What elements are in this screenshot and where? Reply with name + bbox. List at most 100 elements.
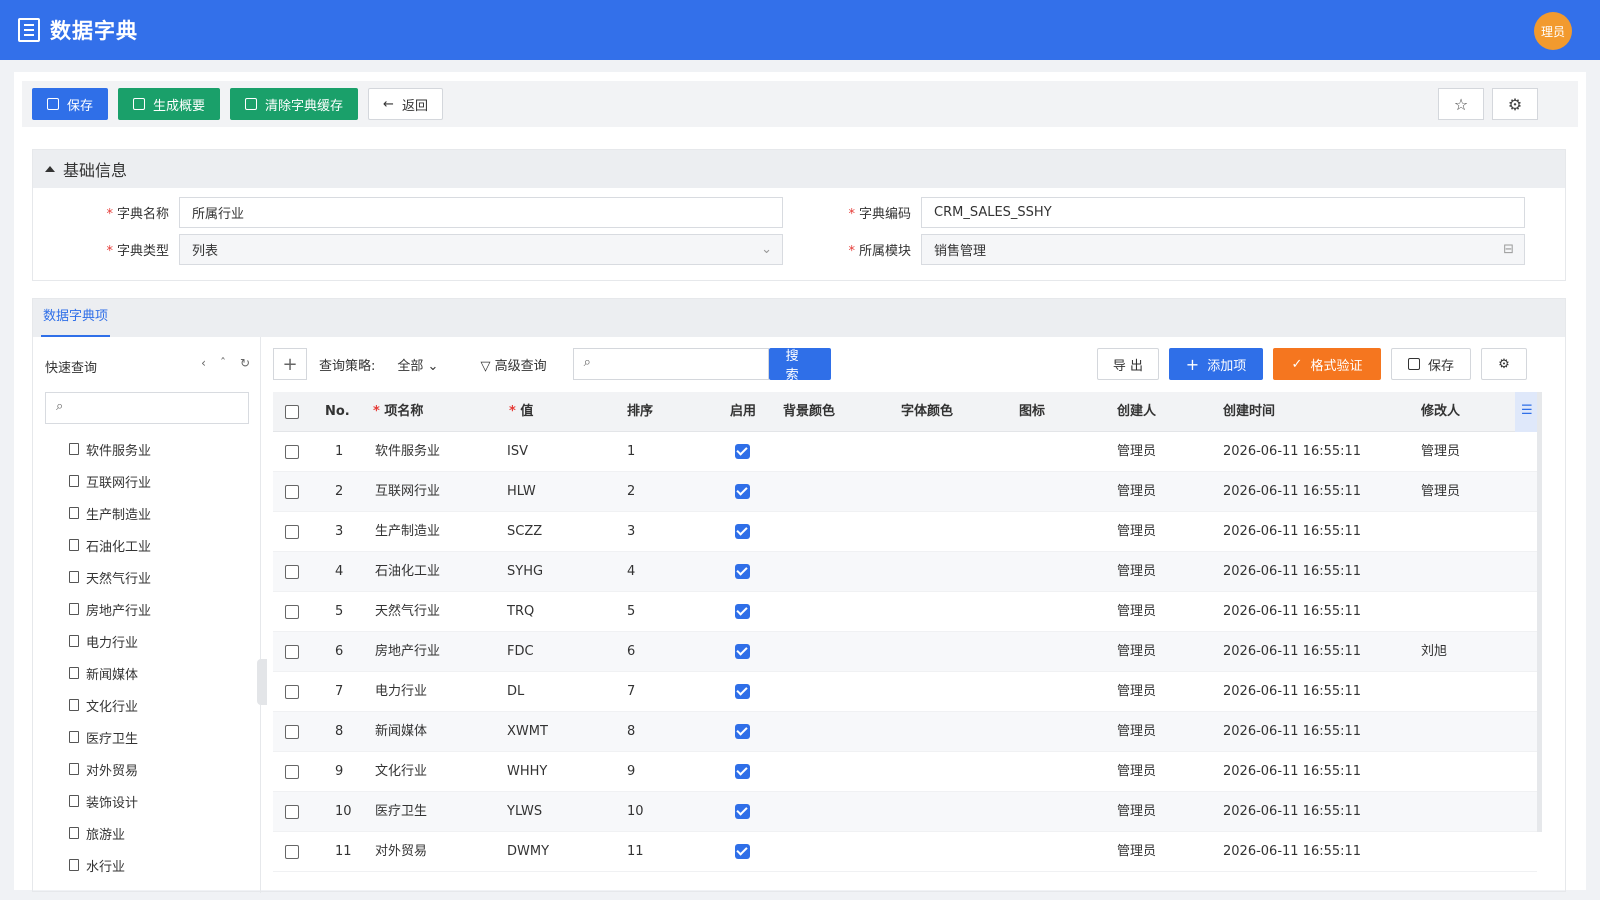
row-value: TRQ bbox=[507, 604, 535, 619]
row-checkbox[interactable] bbox=[285, 565, 299, 579]
row-creator: 管理员 bbox=[1117, 524, 1157, 539]
module-select[interactable]: 销售管理 ⊟ bbox=[921, 234, 1525, 265]
table-settings-button[interactable]: ⚙ bbox=[1481, 348, 1527, 380]
top-bar: 数据字典 理员 bbox=[0, 0, 1600, 60]
dict-name-input[interactable]: 所属行业 bbox=[179, 197, 783, 228]
table-search-input[interactable]: ⌕ bbox=[572, 348, 769, 380]
quick-search-input[interactable]: ⌕ bbox=[45, 392, 249, 424]
row-checkbox[interactable] bbox=[285, 445, 299, 459]
enabled-checkbox[interactable] bbox=[735, 724, 750, 739]
caret-up-icon bbox=[45, 166, 55, 172]
tree-item-label: 文化行业 bbox=[86, 699, 139, 715]
col-icon: 图标 bbox=[1019, 404, 1046, 419]
tree-item[interactable]: 水行业 bbox=[69, 849, 151, 881]
tree-item[interactable]: 石油化工业 bbox=[69, 529, 151, 561]
file-icon bbox=[69, 795, 79, 807]
row-sort: 2 bbox=[627, 484, 636, 499]
avatar[interactable]: 理员 bbox=[1534, 12, 1572, 50]
table-row[interactable]: 5 天然气行业 TRQ 5 管理员 2026-06-11 16:55:11 bbox=[273, 592, 1537, 632]
enabled-checkbox[interactable] bbox=[735, 684, 750, 699]
export-button[interactable]: 导 出 bbox=[1097, 348, 1159, 380]
basic-info-header[interactable]: 基础信息 bbox=[33, 150, 1565, 188]
select-all-checkbox[interactable] bbox=[285, 405, 299, 419]
settings-button[interactable]: ⚙ bbox=[1492, 88, 1538, 120]
tree-item[interactable]: 互联网行业 bbox=[69, 465, 151, 497]
add-item-button[interactable]: + 添加项 bbox=[1169, 348, 1263, 380]
enabled-checkbox[interactable] bbox=[735, 764, 750, 779]
tree-item[interactable]: 文化行业 bbox=[69, 689, 151, 721]
row-sort: 1 bbox=[627, 444, 636, 459]
tree-item[interactable]: 医疗卫生 bbox=[69, 721, 151, 753]
enabled-checkbox[interactable] bbox=[735, 444, 750, 459]
table-save-button[interactable]: 保存 bbox=[1391, 348, 1471, 380]
tree-item[interactable]: 房地产行业 bbox=[69, 593, 151, 625]
tree-item[interactable]: 对外贸易 bbox=[69, 753, 151, 785]
table-row[interactable]: 4 石油化工业 SYHG 4 管理员 2026-06-11 16:55:11 bbox=[273, 552, 1537, 592]
enabled-checkbox[interactable] bbox=[735, 844, 750, 859]
save-button[interactable]: 保存 bbox=[32, 88, 109, 120]
chevron-down-icon: ⌄ bbox=[761, 242, 772, 257]
table-scrollbar[interactable] bbox=[1537, 392, 1542, 832]
format-validate-button[interactable]: ✓ 格式验证 bbox=[1273, 348, 1381, 380]
dict-type-select[interactable]: 列表 ⌄ bbox=[179, 234, 783, 265]
table-row[interactable]: 6 房地产行业 FDC 6 管理员 2026-06-11 16:55:11 刘旭 bbox=[273, 632, 1537, 672]
search-icon: ⌕ bbox=[583, 355, 591, 370]
chevron-up-icon[interactable]: ˆ bbox=[220, 356, 226, 370]
row-creator: 管理员 bbox=[1117, 804, 1157, 819]
table-row[interactable]: 9 文化行业 WHHY 9 管理员 2026-06-11 16:55:11 bbox=[273, 752, 1537, 792]
table-row[interactable]: 2 互联网行业 HLW 2 管理员 2026-06-11 16:55:11 管理员 bbox=[273, 472, 1537, 512]
row-checkbox[interactable] bbox=[285, 805, 299, 819]
table-row[interactable]: 10 医疗卫生 YLWS 10 管理员 2026-06-11 16:55:11 bbox=[273, 792, 1537, 832]
enabled-checkbox[interactable] bbox=[735, 484, 750, 499]
add-row-button[interactable]: + bbox=[273, 348, 307, 380]
tree-item[interactable]: 电力行业 bbox=[69, 625, 151, 657]
row-value: SYHG bbox=[507, 564, 544, 579]
row-creator: 管理员 bbox=[1117, 724, 1157, 739]
search-button[interactable]: 搜 索 bbox=[768, 348, 831, 383]
row-created: 2026-06-11 16:55:11 bbox=[1223, 524, 1362, 539]
save-icon bbox=[47, 98, 59, 110]
row-checkbox[interactable] bbox=[285, 845, 299, 859]
enabled-checkbox[interactable] bbox=[735, 804, 750, 819]
trash-icon bbox=[245, 98, 258, 110]
filter-icon: ▽ bbox=[480, 358, 491, 374]
row-checkbox[interactable] bbox=[285, 725, 299, 739]
row-checkbox[interactable] bbox=[285, 765, 299, 779]
tree-item[interactable]: 旅游业 bbox=[69, 817, 151, 849]
row-name: 电力行业 bbox=[375, 684, 428, 699]
file-icon bbox=[69, 443, 79, 455]
tab-dict-items[interactable]: 数据字典项 bbox=[41, 299, 111, 337]
strategy-select[interactable]: 全部 ⌄ bbox=[397, 355, 438, 374]
enabled-checkbox[interactable] bbox=[735, 564, 750, 579]
table-row[interactable]: 11 对外贸易 DWMY 11 管理员 2026-06-11 16:55:11 bbox=[273, 832, 1537, 872]
enabled-checkbox[interactable] bbox=[735, 604, 750, 619]
enabled-checkbox[interactable] bbox=[735, 644, 750, 659]
refresh-icon[interactable]: ↻ bbox=[240, 356, 250, 370]
row-checkbox[interactable] bbox=[285, 485, 299, 499]
dict-code-input[interactable]: CRM_SALES_SSHY bbox=[921, 197, 1525, 228]
chevron-left-icon[interactable]: ‹ bbox=[201, 356, 206, 370]
enabled-checkbox[interactable] bbox=[735, 524, 750, 539]
tree-item[interactable]: 新闻媒体 bbox=[69, 657, 151, 689]
collapse-handle[interactable] bbox=[257, 659, 267, 705]
row-checkbox[interactable] bbox=[285, 645, 299, 659]
table-row[interactable]: 1 软件服务业 ISV 1 管理员 2026-06-11 16:55:11 管理员 bbox=[273, 432, 1537, 472]
clear-cache-button[interactable]: 清除字典缓存 bbox=[230, 88, 359, 120]
advanced-search-button[interactable]: ▽ 高级查询 bbox=[480, 355, 546, 374]
tree-item[interactable]: 软件服务业 bbox=[69, 433, 151, 465]
row-checkbox[interactable] bbox=[285, 525, 299, 539]
table-row[interactable]: 8 新闻媒体 XWMT 8 管理员 2026-06-11 16:55:11 bbox=[273, 712, 1537, 752]
star-button[interactable]: ☆ bbox=[1438, 88, 1484, 120]
table-row[interactable]: 7 电力行业 DL 7 管理员 2026-06-11 16:55:11 bbox=[273, 672, 1537, 712]
row-checkbox[interactable] bbox=[285, 605, 299, 619]
generate-summary-button[interactable]: 生成概要 bbox=[118, 88, 221, 120]
row-checkbox[interactable] bbox=[285, 685, 299, 699]
back-button[interactable]: ← 返回 bbox=[368, 88, 443, 120]
table-row[interactable]: 3 生产制造业 SCZZ 3 管理员 2026-06-11 16:55:11 bbox=[273, 512, 1537, 552]
basic-info-section: 基础信息 * 字典名称 所属行业 * 字典编码 CRM_SALES_SSHY * 字典… bbox=[32, 149, 1566, 281]
tree-item[interactable]: 天然气行业 bbox=[69, 561, 151, 593]
tree-item[interactable]: 装饰设计 bbox=[69, 785, 151, 817]
tree-item[interactable]: 生产制造业 bbox=[69, 497, 151, 529]
tree-item-label: 医疗卫生 bbox=[86, 731, 139, 747]
column-list-button[interactable]: ☰ bbox=[1515, 392, 1539, 432]
